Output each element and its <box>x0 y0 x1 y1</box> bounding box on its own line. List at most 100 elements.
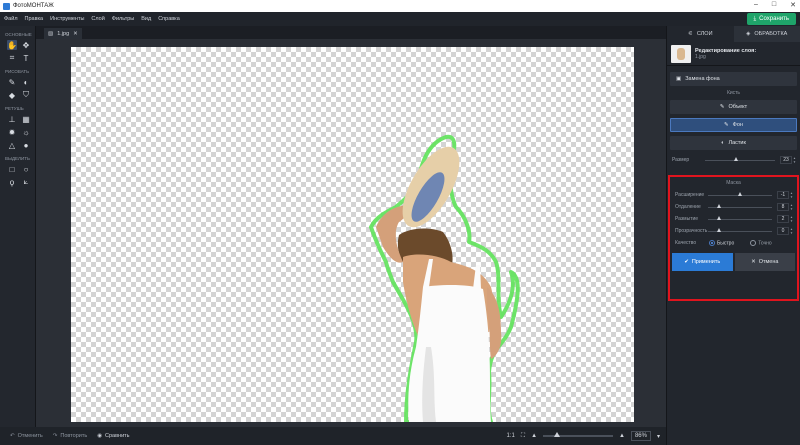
blur-slider-thumb[interactable] <box>717 215 722 220</box>
rect-select-icon[interactable]: □ <box>7 164 17 174</box>
redo-button[interactable]: ↷ Повторить <box>53 433 87 439</box>
quality-row: Качество Быстро Точно <box>670 237 797 249</box>
poly-lasso-icon[interactable]: ⟀ <box>21 177 31 187</box>
layer-title: Редактирование слоя: <box>695 47 757 54</box>
menu-help[interactable]: Справка <box>158 16 180 22</box>
cancel-button[interactable]: ✕ Отмена <box>734 253 795 271</box>
size-spinner[interactable]: ▲ ▼ <box>793 156 797 164</box>
sharpen-tool-icon[interactable]: △ <box>7 140 17 150</box>
save-button[interactable]: ⤓ Сохранить <box>746 13 796 25</box>
minimize-icon[interactable]: – <box>754 1 758 9</box>
size-slider[interactable] <box>705 156 775 161</box>
replace-background-label: Замена фона <box>685 76 720 82</box>
eraser-tool-icon[interactable]: ◐ <box>21 77 31 87</box>
sliders-icon: ⚟ <box>687 31 693 37</box>
stamp-tool-icon[interactable]: ⛉ <box>21 90 31 100</box>
fill-tool-icon[interactable]: ◆ <box>7 90 17 100</box>
quality-precise-label: Точно <box>758 240 772 247</box>
pattern-tool-icon[interactable]: ▦ <box>21 114 31 124</box>
apply-button[interactable]: ✔ Применить <box>672 253 733 271</box>
replace-background-button[interactable]: ▣ Замена фона <box>670 72 797 86</box>
burn-tool-icon[interactable]: ☼ <box>21 127 31 137</box>
brush-tool-icon[interactable]: ✎ <box>7 77 17 87</box>
brush-section-title: Кисть <box>726 90 741 96</box>
size-slider-row: Размер 23 ▲ ▼ <box>667 154 800 166</box>
zoom-in-icon[interactable]: ▲ <box>619 433 625 439</box>
mask-buttons: ✔ Применить ✕ Отмена <box>670 249 797 275</box>
slider-label: Расширение <box>675 192 705 198</box>
quality-precise-option[interactable]: Точно <box>750 239 772 247</box>
expand-spinner[interactable]: ▲ ▼ <box>790 191 794 199</box>
eraser-button[interactable]: ◐ Ластик <box>670 136 797 150</box>
undo-button[interactable]: ↶ Отменить <box>10 433 43 439</box>
compare-button[interactable]: ◉ Сравнить <box>97 433 129 439</box>
transparent-canvas[interactable] <box>71 47 634 422</box>
slider-label: Прозрачность <box>675 228 708 234</box>
expand-value[interactable]: -1 <box>777 191 789 199</box>
offset-slider-row: Отдаление 8 ▲ ▼ <box>670 201 797 213</box>
clone-tool-icon[interactable]: ⊥ <box>7 114 17 124</box>
menu-layer[interactable]: Слой <box>91 16 104 22</box>
canvas-area[interactable] <box>36 39 666 427</box>
brush-background-button[interactable]: ✎ Фон <box>670 118 797 132</box>
offset-spinner[interactable]: ▲ ▼ <box>790 203 794 211</box>
close-icon[interactable]: ✕ <box>790 1 796 9</box>
slider-label: Отдаление <box>675 204 701 210</box>
zoom-value[interactable]: 86% <box>630 431 651 441</box>
blur-spinner[interactable]: ▲ ▼ <box>790 215 794 223</box>
menu-edit[interactable]: Правка <box>25 16 44 22</box>
tab-processing[interactable]: ◈ ОБРАБОТКА <box>733 26 800 42</box>
mask-settings-panel: Маска Расширение -1 ▲ ▼ Отдаление 8 ▲ ▼ Ра… <box>668 175 799 301</box>
offset-value[interactable]: 8 <box>777 203 789 211</box>
zoom-slider[interactable] <box>543 432 614 437</box>
fit-icon[interactable]: ⛶ <box>521 433 525 440</box>
eraser-label: Ластик <box>728 140 746 146</box>
move-tool-icon[interactable]: ✥ <box>21 40 31 50</box>
brush-object-button[interactable]: ✎ Объект <box>670 100 797 114</box>
layer-info: Редактирование слоя: 1.jpg <box>667 42 800 66</box>
close-tab-icon[interactable]: ✕ <box>73 31 78 37</box>
expand-slider-row: Расширение -1 ▲ ▼ <box>670 189 797 201</box>
dodge-tool-icon[interactable]: ✹ <box>7 127 17 137</box>
offset-slider[interactable] <box>708 203 772 208</box>
lasso-icon[interactable]: ϙ <box>7 177 17 187</box>
opacity-slider[interactable] <box>708 227 772 232</box>
crop-tool-icon[interactable]: ⌗ <box>7 53 17 63</box>
expand-slider-thumb[interactable] <box>737 191 742 196</box>
brush-background-label: Фон <box>732 122 743 128</box>
file-icon: ▨ <box>48 30 54 37</box>
blur-value[interactable]: 2 <box>777 215 789 223</box>
opacity-slider-thumb[interactable] <box>717 227 722 232</box>
window-title: ФотоМОНТАЖ <box>13 3 54 9</box>
size-label: Размер <box>672 157 690 163</box>
menu-file[interactable]: Файл <box>4 16 18 22</box>
quality-label: Качество <box>675 240 697 246</box>
slider-label: Размытие <box>675 216 699 222</box>
file-tab[interactable]: ▨ 1.jpg ✕ <box>44 28 82 39</box>
undo-icon: ↶ <box>10 433 15 439</box>
size-value[interactable]: 23 <box>780 156 792 164</box>
size-slider-thumb[interactable] <box>734 156 738 161</box>
ratio-button[interactable]: 1:1 <box>507 433 515 439</box>
save-icon: ⤓ <box>753 15 757 22</box>
zoom-dropdown-icon[interactable]: ▾ <box>657 433 660 440</box>
ellipse-select-icon[interactable]: ○ <box>21 164 31 174</box>
expand-slider[interactable] <box>708 191 772 196</box>
layers-icon: ◈ <box>746 31 751 37</box>
text-tool-icon[interactable]: T <box>21 53 31 63</box>
menu-filters[interactable]: Фильтры <box>112 16 134 22</box>
hand-tool-icon[interactable]: ✋ <box>7 40 17 50</box>
opacity-spinner[interactable]: ▲ ▼ <box>790 227 794 235</box>
offset-slider-thumb[interactable] <box>717 203 722 208</box>
menu-view[interactable]: Вид <box>141 16 151 22</box>
menu-tools[interactable]: Инструменты <box>50 16 84 22</box>
blur-slider[interactable] <box>708 215 772 220</box>
zoom-slider-thumb[interactable] <box>554 432 561 437</box>
maximize-icon[interactable]: □ <box>772 1 776 9</box>
check-icon: ✔ <box>684 259 689 265</box>
quality-fast-option[interactable]: Быстро <box>709 239 734 246</box>
drop-tool-icon[interactable]: ● <box>21 140 31 150</box>
zoom-out-icon[interactable]: ▲ <box>531 433 537 439</box>
tab-layers[interactable]: ⚟ СЛОИ <box>667 26 734 42</box>
opacity-value[interactable]: 0 <box>777 227 789 235</box>
